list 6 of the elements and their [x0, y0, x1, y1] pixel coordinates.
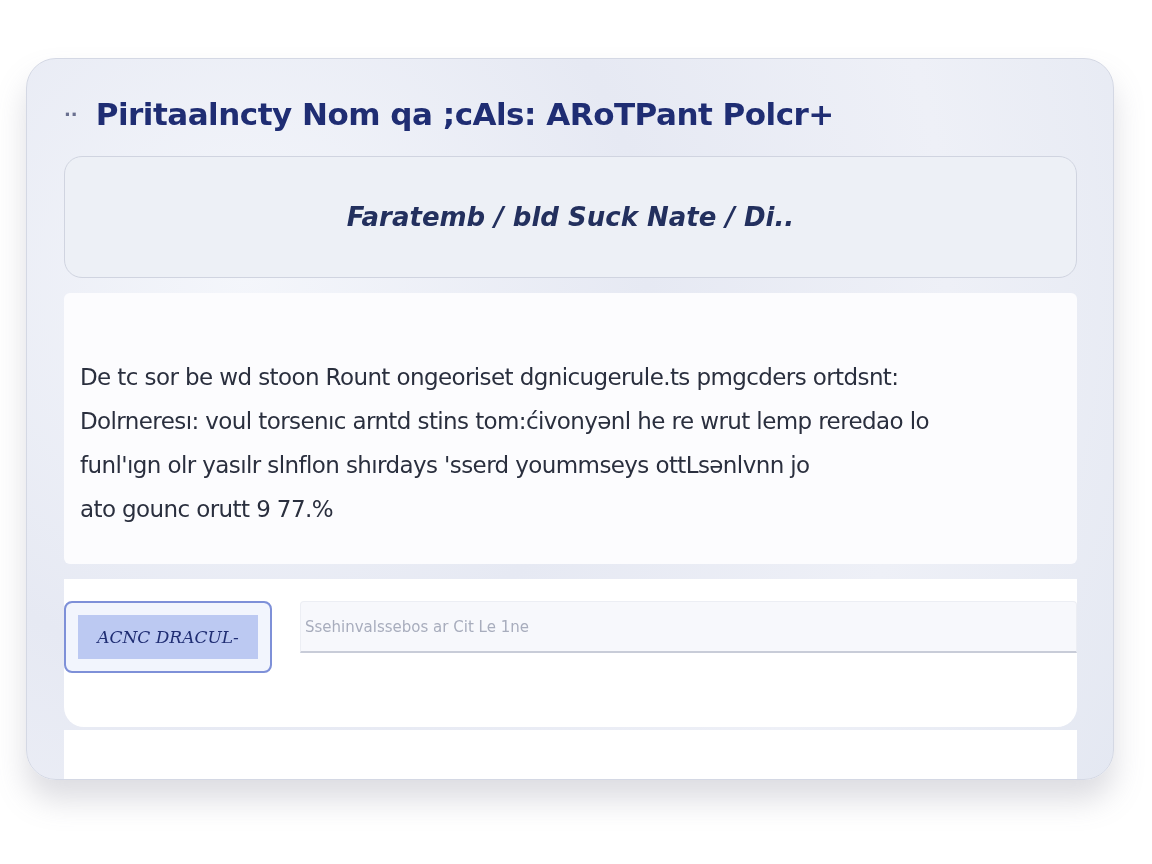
title-marker: ··: [64, 104, 78, 125]
input-field[interactable]: Ssehinvalssebos ar Cit Le 1ne: [300, 601, 1077, 654]
breadcrumb[interactable]: Faratemb / bld Suck Nate / Di..: [346, 201, 795, 232]
action-button[interactable]: ACNC DRACUL-: [64, 601, 272, 674]
message-text: De tc sor be wd stoon Rount ongeoriset dgnicugerule.ts pmgcders ortdsnt: Dolrneresı: voul torsenıc arntd stins tom:ćivonyənl he re wrut lemp reredao lo funl'ıgn olr yasılr slnflon shırdays 'sserd yoummseys ottLsənlvnn jo ato gounc orutt 9 77.%: [80, 363, 929, 525]
window-title: Piritaalncty Nom qa ;cAls: ARoTPant Polcr+: [95, 96, 834, 133]
